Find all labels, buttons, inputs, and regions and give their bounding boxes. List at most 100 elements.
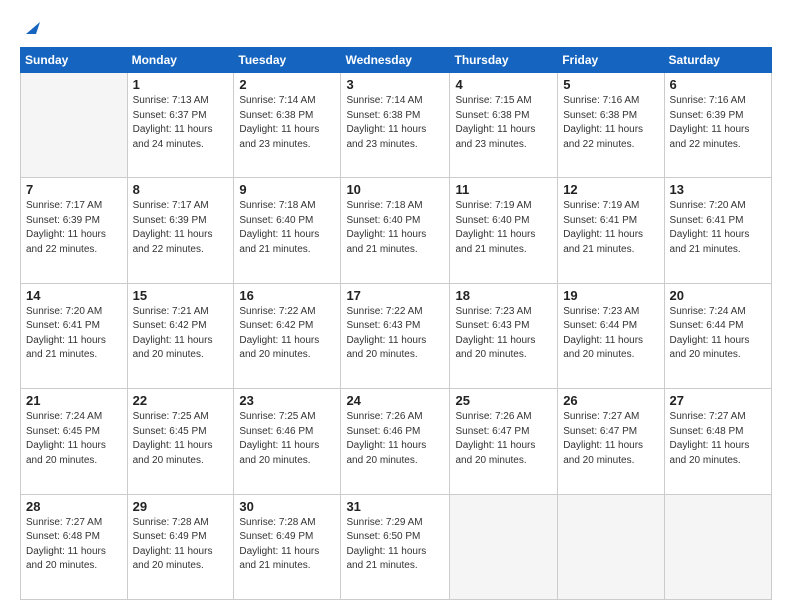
day-info: Sunrise: 7:18 AMSunset: 6:40 PMDaylight:… <box>239 199 335 257</box>
sunrise-text: Sunrise: 7:27 AM <box>563 411 639 422</box>
week-row-2: 7Sunrise: 7:17 AMSunset: 6:39 PMDaylight… <box>21 178 772 283</box>
day-number: 13 <box>670 182 766 197</box>
sunrise-text: Sunrise: 7:18 AM <box>239 200 315 211</box>
sunrise-text: Sunrise: 7:13 AM <box>133 95 209 106</box>
sunset-text: Sunset: 6:42 PM <box>133 320 207 331</box>
daylight-text: Daylight: 11 hours and 23 minutes. <box>455 124 535 150</box>
day-number: 9 <box>239 182 335 197</box>
sunrise-text: Sunrise: 7:15 AM <box>455 95 531 106</box>
sunrise-text: Sunrise: 7:25 AM <box>133 411 209 422</box>
daylight-text: Daylight: 11 hours and 20 minutes. <box>26 440 106 466</box>
day-info: Sunrise: 7:25 AMSunset: 6:45 PMDaylight:… <box>133 410 229 468</box>
daylight-text: Daylight: 11 hours and 20 minutes. <box>239 335 319 361</box>
sunrise-text: Sunrise: 7:16 AM <box>670 95 746 106</box>
sunset-text: Sunset: 6:40 PM <box>239 215 313 226</box>
daylight-text: Daylight: 11 hours and 20 minutes. <box>670 440 750 466</box>
daylight-text: Daylight: 11 hours and 22 minutes. <box>133 229 213 255</box>
day-info: Sunrise: 7:23 AMSunset: 6:44 PMDaylight:… <box>563 305 658 363</box>
day-number: 29 <box>133 499 229 514</box>
sunrise-text: Sunrise: 7:14 AM <box>239 95 315 106</box>
sunrise-text: Sunrise: 7:14 AM <box>346 95 422 106</box>
daylight-text: Daylight: 11 hours and 23 minutes. <box>239 124 319 150</box>
sunrise-text: Sunrise: 7:22 AM <box>239 306 315 317</box>
calendar-cell: 1 Sunrise: 7:13 AMSunset: 6:37 PMDaylight… <box>127 73 234 178</box>
calendar-cell: 22Sunrise: 7:25 AMSunset: 6:45 PMDayligh… <box>127 389 234 494</box>
sunset-text: Sunset: 6:40 PM <box>455 215 529 226</box>
calendar-cell <box>664 494 771 599</box>
sunset-text: Sunset: 6:47 PM <box>455 426 529 437</box>
day-info: Sunrise: 7:22 AMSunset: 6:43 PMDaylight:… <box>346 305 444 363</box>
day-info: Sunrise: 7:17 AM Sunset: 6:39 PM Daylight:… <box>26 199 122 257</box>
day-info: Sunrise: 7:27 AMSunset: 6:48 PMDaylight:… <box>670 410 766 468</box>
sunrise-text: Sunrise: 7:27 AM <box>26 517 102 528</box>
sunrise-text: Sunrise: 7:17 AM <box>26 200 102 211</box>
sunrise-text: Sunrise: 7:25 AM <box>239 411 315 422</box>
calendar-cell <box>21 73 128 178</box>
daylight-text: Daylight: 11 hours and 22 minutes. <box>26 229 106 255</box>
sunrise-text: Sunrise: 7:18 AM <box>346 200 422 211</box>
day-number: 1 <box>133 77 229 92</box>
day-number: 19 <box>563 288 658 303</box>
weekday-header-sunday: Sunday <box>21 48 128 73</box>
daylight-text: Daylight: 11 hours and 20 minutes. <box>26 546 106 572</box>
sunset-text: Sunset: 6:44 PM <box>670 320 744 331</box>
logo <box>20 18 40 37</box>
sunrise-text: Sunrise: 7:19 AM <box>563 200 639 211</box>
sunset-text: Sunset: 6:41 PM <box>670 215 744 226</box>
calendar-cell: 24 Sunrise: 7:26 AMSunset: 6:46 PMDayligh… <box>341 389 450 494</box>
sunrise-text: Sunrise: 7:24 AM <box>26 411 102 422</box>
day-number: 24 <box>346 393 444 408</box>
sunset-text: Sunset: 6:39 PM <box>670 110 744 121</box>
daylight-text: Daylight: 11 hours and 21 minutes. <box>563 229 643 255</box>
daylight-text: Daylight: 11 hours and 20 minutes. <box>346 335 426 361</box>
sunrise-text: Sunrise: 7:26 AM <box>455 411 531 422</box>
day-number: 10 <box>346 182 444 197</box>
sunset-text: Sunset: 6:40 PM <box>346 215 420 226</box>
weekday-header-row: SundayMondayTuesdayWednesdayThursdayFrid… <box>21 48 772 73</box>
day-info: Sunrise: 7:20 AMSunset: 6:41 PMDaylight:… <box>670 199 766 257</box>
calendar-cell: 19 Sunrise: 7:23 AMSunset: 6:44 PMDayligh… <box>558 283 664 388</box>
day-info: Sunrise: 7:19 AMSunset: 6:40 PMDaylight:… <box>455 199 552 257</box>
day-number: 2 <box>239 77 335 92</box>
day-number: 8 <box>133 182 229 197</box>
daylight-text: Daylight: 11 hours and 21 minutes. <box>670 229 750 255</box>
week-row-5: 28Sunrise: 7:27 AMSunset: 6:48 PMDayligh… <box>21 494 772 599</box>
sunset-text: Sunset: 6:50 PM <box>346 531 420 542</box>
calendar-cell: 23Sunrise: 7:25 AMSunset: 6:46 PMDayligh… <box>234 389 341 494</box>
sunset-text: Sunset: 6:43 PM <box>346 320 420 331</box>
day-info: Sunrise: 7:15 AMSunset: 6:38 PMDaylight:… <box>455 94 552 152</box>
day-info: Sunrise: 7:17 AMSunset: 6:39 PMDaylight:… <box>133 199 229 257</box>
sunset-text: Sunset: 6:39 PM <box>26 215 100 226</box>
week-row-1: 1 Sunrise: 7:13 AMSunset: 6:37 PMDaylight… <box>21 73 772 178</box>
daylight-text: Daylight: 11 hours and 23 minutes. <box>346 124 426 150</box>
daylight-text: Daylight: 11 hours and 22 minutes. <box>563 124 643 150</box>
day-number: 26 <box>563 393 658 408</box>
day-number: 31 <box>346 499 444 514</box>
calendar-cell: 7Sunrise: 7:17 AMSunset: 6:39 PMDaylight… <box>21 178 128 283</box>
sunrise-text: Sunrise: 7:26 AM <box>346 411 422 422</box>
calendar-cell: 9Sunrise: 7:18 AMSunset: 6:40 PMDaylight… <box>234 178 341 283</box>
day-info: Sunrise: 7:20 AMSunset: 6:41 PMDaylight:… <box>26 305 122 363</box>
sunrise-text: Sunrise: 7:23 AM <box>455 306 531 317</box>
daylight-text: Daylight: 11 hours and 20 minutes. <box>133 335 213 361</box>
day-info: Sunrise: 7:23 AMSunset: 6:43 PMDaylight:… <box>455 305 552 363</box>
day-info: Sunrise: 7:26 AMSunset: 6:46 PMDaylight:… <box>346 410 444 468</box>
day-number: 16 <box>239 288 335 303</box>
sunrise-text: Sunrise: 7:28 AM <box>239 517 315 528</box>
sunset-text: Sunset: 6:45 PM <box>26 426 100 437</box>
calendar-cell: 15Sunrise: 7:21 AMSunset: 6:42 PMDayligh… <box>127 283 234 388</box>
day-info: Sunrise: 7:24 AM Sunset: 6:45 PM Daylight:… <box>26 410 122 468</box>
daylight-text: Daylight: 11 hours and 24 minutes. <box>133 124 213 150</box>
calendar-cell: 30Sunrise: 7:28 AMSunset: 6:49 PMDayligh… <box>234 494 341 599</box>
daylight-text: Daylight: 11 hours and 20 minutes. <box>133 440 213 466</box>
day-number: 18 <box>455 288 552 303</box>
calendar-cell <box>558 494 664 599</box>
sunrise-text: Sunrise: 7:19 AM <box>455 200 531 211</box>
calendar-cell: 10Sunrise: 7:18 AMSunset: 6:40 PMDayligh… <box>341 178 450 283</box>
calendar-cell: 28Sunrise: 7:27 AMSunset: 6:48 PMDayligh… <box>21 494 128 599</box>
day-info: Sunrise: 7:14 AMSunset: 6:38 PMDaylight:… <box>239 94 335 152</box>
sunrise-text: Sunrise: 7:21 AM <box>133 306 209 317</box>
sunrise-text: Sunrise: 7:17 AM <box>133 200 209 211</box>
daylight-text: Daylight: 11 hours and 21 minutes. <box>346 546 426 572</box>
day-info: Sunrise: 7:13 AMSunset: 6:37 PMDaylight:… <box>133 94 229 152</box>
